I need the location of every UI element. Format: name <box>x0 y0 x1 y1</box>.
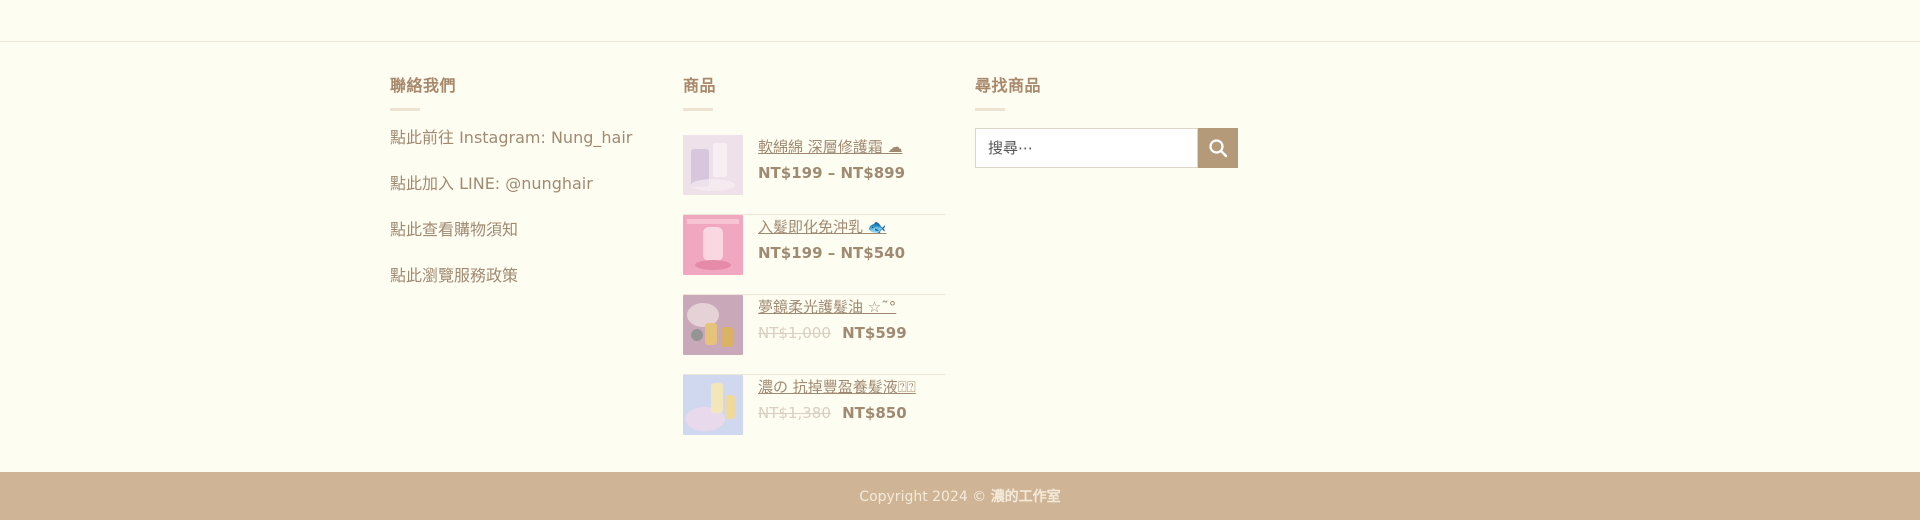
product-thumbnail[interactable] <box>683 295 743 355</box>
copyright: Copyright 2024 © 濃的工作室 <box>859 486 1060 506</box>
search-widget: 尋找商品 <box>975 76 1245 168</box>
footer-bar: Copyright 2024 © 濃的工作室 <box>0 472 1920 520</box>
line-link[interactable]: 點此加入 LINE: @nunghair <box>390 174 650 220</box>
product-price: NT$199 – NT$899 <box>758 163 905 183</box>
title-underline <box>683 108 713 111</box>
search-button[interactable] <box>1198 128 1238 168</box>
product-thumbnail[interactable] <box>683 135 743 195</box>
search-icon <box>1209 139 1228 158</box>
contact-title: 聯絡我們 <box>390 76 457 95</box>
product-info: 夢鏡柔光護髮油 ☆˜° NT$1,000 NT$599 <box>758 295 907 343</box>
original-price: NT$1,380 <box>758 404 831 422</box>
product-price: NT$199 – NT$540 <box>758 243 905 263</box>
product-item[interactable]: 入髮即化免沖乳 🐟 NT$199 – NT$540 <box>683 215 945 295</box>
product-name[interactable]: 夢鏡柔光護髮油 ☆˜° <box>758 297 907 317</box>
product-list: 軟綿綿 深層修護霜 ☁ NT$199 – NT$899 入髮即化免沖乳 🐟 NT… <box>683 135 945 455</box>
product-thumbnail[interactable] <box>683 215 743 275</box>
title-underline <box>975 108 1005 111</box>
brand-name: 濃的工作室 <box>990 489 1061 505</box>
sale-price: NT$599 <box>842 324 907 342</box>
product-name[interactable]: 入髮即化免沖乳 🐟 <box>758 217 905 237</box>
current-price: NT$199 – NT$899 <box>758 164 906 182</box>
search-title: 尋找商品 <box>975 76 1042 95</box>
search-input[interactable] <box>975 128 1198 168</box>
instagram-link[interactable]: 點此前往 Instagram: Nung_hair <box>390 128 650 174</box>
products-title: 商品 <box>683 76 717 95</box>
product-info: 軟綿綿 深層修護霜 ☁ NT$199 – NT$899 <box>758 135 905 183</box>
title-underline <box>390 108 420 111</box>
product-item[interactable]: 軟綿綿 深層修護霜 ☁ NT$199 – NT$899 <box>683 135 945 215</box>
search-form <box>975 128 1245 168</box>
service-policy-link[interactable]: 點此瀏覽服務政策 <box>390 266 650 312</box>
current-price: NT$199 – NT$540 <box>758 244 906 262</box>
contact-widget: 聯絡我們 點此前往 Instagram: Nung_hair 點此加入 LINE… <box>390 76 650 312</box>
top-divider <box>0 41 1920 42</box>
products-widget: 商品 軟綿綿 深層修護霜 ☁ NT$199 – NT$899 入髮即化免沖乳 🐟… <box>683 76 945 455</box>
product-name[interactable]: 軟綿綿 深層修護霜 ☁ <box>758 137 905 157</box>
contact-links: 點此前往 Instagram: Nung_hair 點此加入 LINE: @nu… <box>390 128 650 312</box>
copyright-prefix: Copyright 2024 © <box>859 489 991 505</box>
product-item[interactable]: 濃の 抗掉豐盈養髮液⍰⍰ NT$1,380 NT$850 <box>683 375 945 455</box>
product-thumbnail[interactable] <box>683 375 743 435</box>
product-info: 入髮即化免沖乳 🐟 NT$199 – NT$540 <box>758 215 905 263</box>
sale-price: NT$850 <box>842 404 907 422</box>
original-price: NT$1,000 <box>758 324 831 342</box>
shopping-notice-link[interactable]: 點此查看購物須知 <box>390 220 650 266</box>
product-price: NT$1,380 NT$850 <box>758 403 916 423</box>
product-item[interactable]: 夢鏡柔光護髮油 ☆˜° NT$1,000 NT$599 <box>683 295 945 375</box>
product-price: NT$1,000 NT$599 <box>758 323 907 343</box>
product-info: 濃の 抗掉豐盈養髮液⍰⍰ NT$1,380 NT$850 <box>758 375 916 423</box>
product-name[interactable]: 濃の 抗掉豐盈養髮液⍰⍰ <box>758 377 916 397</box>
